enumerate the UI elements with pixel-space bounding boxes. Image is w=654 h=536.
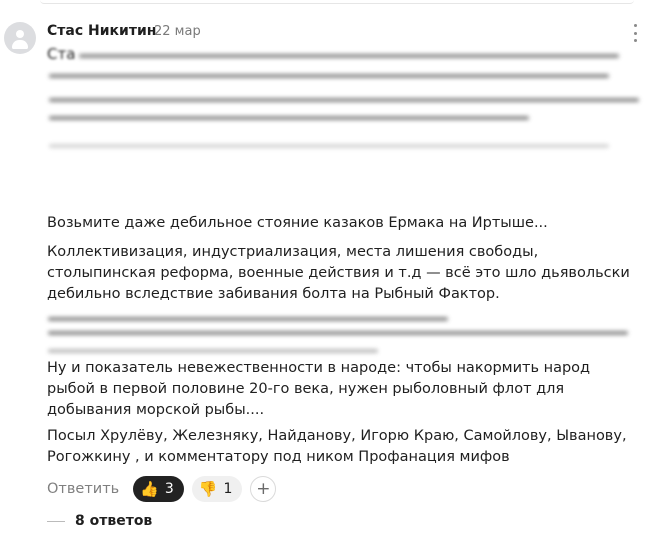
thumbs-up-reaction-button[interactable]: 👍 3 — [133, 476, 184, 502]
obscured-line — [49, 74, 609, 78]
comment-paragraph: Коллективизация, индустриализация, места… — [47, 244, 630, 302]
obscured-line — [48, 349, 378, 353]
show-replies-button[interactable]: 8 ответов — [47, 513, 152, 529]
obscured-text-block — [34, 44, 639, 194]
previous-comment-border — [40, 0, 634, 4]
obscured-text-block — [40, 305, 640, 359]
comment-paragraph: Посыл Хрулёву, Железняку, Найданову, Иго… — [47, 428, 627, 465]
thumbs-up-icon: 👍 — [140, 479, 159, 498]
add-reaction-button[interactable]: + — [250, 476, 277, 502]
thumbs-down-reaction-button[interactable]: 👎 1 — [191, 476, 243, 502]
comment-paragraph: Ну и показатель невежественности в народ… — [47, 360, 591, 418]
thumbs-down-icon: 👎 — [198, 479, 218, 498]
obscured-line — [48, 331, 628, 335]
obscured-line — [49, 98, 639, 102]
obscured-line — [49, 116, 529, 120]
comment-paragraph: Возьмите даже дебильное стояние казаков … — [47, 215, 548, 231]
avatar[interactable] — [4, 22, 36, 54]
thumbs-down-count: 1 — [223, 481, 233, 497]
replies-count-label: 8 ответов — [75, 513, 153, 529]
comment-date: 22 мар — [154, 24, 201, 39]
avatar-head-shape — [16, 30, 24, 38]
comment-author[interactable]: Стас Никитин — [47, 23, 156, 39]
obscured-line — [48, 317, 448, 321]
more-options-icon[interactable] — [630, 24, 640, 42]
reply-button[interactable]: Ответить — [47, 481, 119, 497]
thumbs-up-count: 3 — [164, 481, 174, 497]
obscured-line — [79, 54, 619, 58]
avatar-body-shape — [12, 40, 28, 49]
obscured-line — [49, 144, 609, 148]
comment-actions: Ответить 👍 3 👎 1 + — [47, 476, 277, 502]
replies-dash — [47, 520, 65, 522]
